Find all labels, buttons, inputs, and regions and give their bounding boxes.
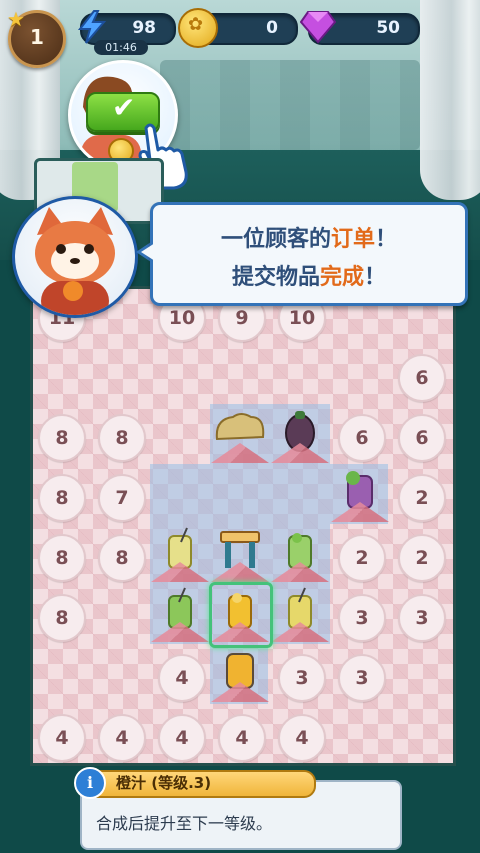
locked-tile-number[interactable]: 3 xyxy=(398,594,446,642)
smoothie-item[interactable] xyxy=(331,464,389,522)
green-juice-item-2[interactable] xyxy=(151,584,209,642)
gem-icon xyxy=(300,11,336,44)
locked-tile-number[interactable]: 3 xyxy=(278,654,326,702)
info-icon[interactable]: i xyxy=(74,767,106,799)
lemonade-item[interactable] xyxy=(151,524,209,582)
locked-tile-number[interactable]: 3 xyxy=(338,594,386,642)
locked-tile-number[interactable]: 4 xyxy=(218,714,266,762)
tutorial-speech-bubble: 一位顾客的订单！ 提交物品完成！ xyxy=(150,202,468,306)
green-juice-item[interactable] xyxy=(271,524,329,582)
dialog-text: 一位顾客的 xyxy=(220,227,331,252)
locked-tile-number[interactable]: 8 xyxy=(38,474,86,522)
item-info-title: 橙汁 (等级.3) xyxy=(116,774,212,792)
unlocked-cell xyxy=(150,464,210,524)
locked-tile-number[interactable]: 6 xyxy=(338,414,386,462)
locked-tile-number[interactable]: 8 xyxy=(38,414,86,462)
orange-juice-item-2[interactable] xyxy=(271,584,329,642)
locked-tile-number[interactable]: 8 xyxy=(38,534,86,582)
coin-icon xyxy=(178,8,218,48)
locked-tile-number[interactable]: 4 xyxy=(278,714,326,762)
locked-tile-number[interactable]: 8 xyxy=(38,594,86,642)
gem-value: 50 xyxy=(376,18,400,38)
red-panda-avatar xyxy=(12,196,138,318)
locked-tile-number[interactable]: 8 xyxy=(98,414,146,462)
lightning-icon xyxy=(77,10,107,44)
eggplant-item[interactable] xyxy=(271,405,329,463)
stool-item[interactable] xyxy=(211,524,269,582)
level-number: 1 xyxy=(30,25,44,49)
locked-tile-number[interactable]: 6 xyxy=(398,414,446,462)
dialog-highlight: 完成 xyxy=(319,265,364,290)
dialog-punct: ！ xyxy=(364,265,387,290)
dialog-highlight: 订单 xyxy=(330,227,375,252)
locked-tile-number[interactable]: 6 xyxy=(398,354,446,402)
speech-bubble-tail-inner xyxy=(141,243,155,261)
red-panda-icon xyxy=(35,207,115,315)
dialog-punct: ！ xyxy=(375,227,398,252)
checkmark-icon: ✔ xyxy=(112,91,136,124)
locked-tile-number[interactable]: 3 xyxy=(338,654,386,702)
energy-value: 98 xyxy=(132,18,156,38)
locked-tile-number[interactable]: 4 xyxy=(158,654,206,702)
locked-tile-number[interactable]: 2 xyxy=(398,474,446,522)
locked-tile-number[interactable]: 7 xyxy=(98,474,146,522)
locked-tile-number[interactable]: 2 xyxy=(338,534,386,582)
right-curtain xyxy=(420,0,480,200)
coin-value: 0 xyxy=(266,18,278,38)
item-info-description: 合成后提升至下一等级。 xyxy=(96,814,273,833)
locked-tile-number[interactable]: 2 xyxy=(398,534,446,582)
locked-tile-number[interactable]: 4 xyxy=(98,714,146,762)
energy-timer: 01:46 xyxy=(94,40,148,55)
locked-tile-number[interactable]: 4 xyxy=(158,714,206,762)
dialog-text: 提交物品 xyxy=(231,265,320,290)
locked-tile-number[interactable]: 4 xyxy=(38,714,86,762)
locked-tile-number[interactable]: 8 xyxy=(98,534,146,582)
orange-juice-item-3[interactable] xyxy=(211,644,269,702)
bread-item[interactable] xyxy=(211,405,269,463)
level-badge[interactable]: ★ 1 xyxy=(7,7,66,68)
dialog-line-2: 提交物品完成！ xyxy=(153,259,465,291)
dialog-line-1: 一位顾客的订单！ xyxy=(153,221,465,253)
selected-item-frame xyxy=(209,582,273,648)
